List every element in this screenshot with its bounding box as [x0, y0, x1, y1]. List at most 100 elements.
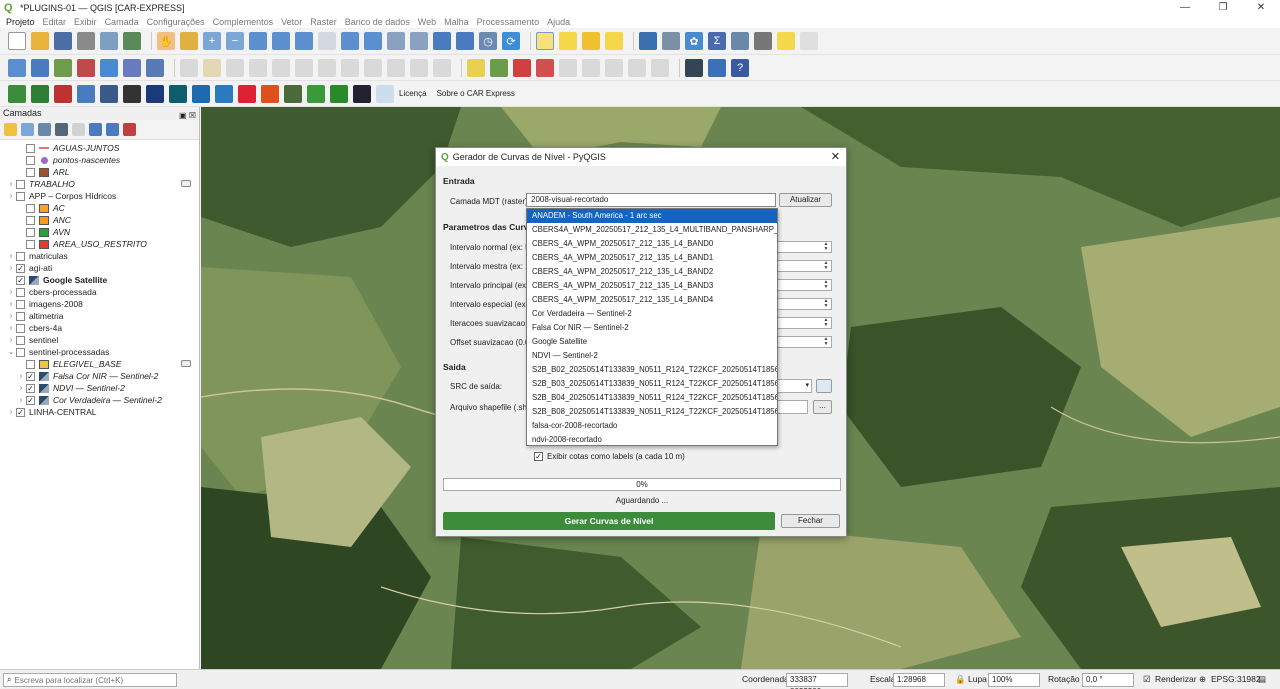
expand-arrow-icon[interactable]: ›	[16, 373, 26, 380]
layer-row[interactable]: ✓ Google Satellite	[0, 274, 199, 286]
open-project-icon[interactable]	[31, 32, 49, 50]
expand-arrow-icon[interactable]: ›	[16, 397, 26, 404]
cut-icon[interactable]	[341, 58, 359, 77]
expand-all-icon[interactable]	[89, 123, 102, 136]
new-layer-icon[interactable]	[77, 58, 95, 77]
car-plugin-6-icon[interactable]	[123, 84, 141, 103]
browse-button[interactable]: ...	[813, 400, 832, 414]
dropdown-option[interactable]: S2B_B02_20250514T133839_N0511_R124_T22KC…	[527, 363, 777, 377]
highlight-label-icon[interactable]	[513, 58, 531, 77]
menu-8[interactable]: Banco de dados	[345, 17, 410, 27]
layer-row[interactable]: › matriculas	[0, 250, 199, 262]
digitize-icon[interactable]	[249, 58, 267, 77]
param-spinbox[interactable]: ▲ ▼	[776, 279, 832, 291]
crs-globe-icon[interactable]: ⊕	[1199, 674, 1206, 685]
menu-10[interactable]: Malha	[444, 17, 469, 27]
show-bookmarks-icon[interactable]	[456, 32, 474, 50]
dropdown-option[interactable]: CBERS4A_WPM_20250517_212_135_L4_MULTIBAN…	[527, 223, 777, 237]
spin-arrows-icon[interactable]: ▲ ▼	[822, 299, 830, 309]
dropdown-option[interactable]: ndvi-2008-recortado	[527, 433, 777, 447]
expand-arrow-icon[interactable]: ›	[6, 301, 16, 308]
panel-float-close-icons[interactable]: ▣ ☒	[179, 109, 196, 122]
car-plugin-13-icon[interactable]	[284, 84, 302, 103]
layer-row[interactable]: › APP – Corpos Hídricos	[0, 190, 199, 202]
deselect-icon[interactable]	[582, 32, 600, 50]
pin-label-icon[interactable]	[536, 58, 554, 77]
expand-arrow-icon[interactable]: ›	[6, 325, 16, 332]
identify-icon[interactable]	[639, 32, 657, 50]
layer-row[interactable]: › altimetria	[0, 310, 199, 322]
atualizar-button[interactable]: Atualizar	[779, 193, 832, 207]
car-plugin-15-icon[interactable]	[330, 84, 348, 103]
layer-indicator-icon[interactable]	[181, 360, 191, 367]
dropdown-option[interactable]: CBERS_4A_WPM_20250517_212_135_L4_BAND4	[527, 293, 777, 307]
gps-icon[interactable]	[100, 58, 118, 77]
layer-row[interactable]: pontos-nascentes	[0, 154, 199, 166]
scale-value[interactable]: 1:28968	[893, 673, 945, 687]
exibir-cotas-checkbox[interactable]: ✓ Exibir cotas como labels (a cada 10 m)	[534, 452, 685, 461]
zoom-native-icon[interactable]	[318, 32, 336, 50]
map-tips-icon[interactable]	[777, 32, 795, 50]
dropdown-option[interactable]: CBERS_4A_WPM_20250517_212_135_L4_BAND1	[527, 251, 777, 265]
zoom-layer-icon[interactable]	[295, 32, 313, 50]
spin-arrows-icon[interactable]: ▲ ▼	[822, 337, 830, 347]
expand-arrow-icon[interactable]: ›	[6, 265, 16, 272]
manage-visibility-icon[interactable]	[38, 123, 51, 136]
param-spinbox[interactable]: ▲ ▼	[776, 241, 832, 253]
layer-visibility-checkbox[interactable]	[26, 155, 35, 165]
layer-visibility-checkbox[interactable]	[26, 239, 35, 249]
menu-3[interactable]: Camada	[105, 17, 139, 27]
car-plugin-16-icon[interactable]	[353, 84, 371, 103]
param-spinbox[interactable]: ▲ ▼	[776, 336, 832, 348]
menu-7[interactable]: Raster	[310, 17, 337, 27]
add-vector-icon[interactable]	[54, 58, 72, 77]
layer-visibility-checkbox[interactable]	[16, 299, 25, 309]
layer-diagram-icon[interactable]	[490, 58, 508, 77]
plugin-globe-icon[interactable]	[685, 58, 703, 77]
rotate-label-icon[interactable]	[605, 58, 623, 77]
layer-visibility-checkbox[interactable]: ✓	[16, 275, 25, 285]
layer-visibility-checkbox[interactable]	[26, 143, 35, 153]
layer-row[interactable]: › ✓ Cor Verdadeira — Sentinel-2	[0, 394, 199, 406]
expand-arrow-icon[interactable]: ›	[6, 193, 16, 200]
menu-2[interactable]: Exibir	[74, 17, 97, 27]
paste-icon[interactable]	[387, 58, 405, 77]
layer-visibility-checkbox[interactable]	[26, 203, 35, 213]
zoom-selection-icon[interactable]	[272, 32, 290, 50]
close-window-button[interactable]: ✕	[1242, 0, 1280, 15]
car-plugin-14-icon[interactable]	[307, 84, 325, 103]
statistics-icon[interactable]: Σ	[708, 32, 726, 50]
lock-icon[interactable]: 🔒	[955, 674, 966, 685]
param-spinbox[interactable]: ▲ ▼	[776, 260, 832, 272]
dropdown-option[interactable]: NDVI — Sentinel-2	[527, 349, 777, 363]
attribute-table-icon[interactable]	[662, 32, 680, 50]
dropdown-option[interactable]: ANADEM - South America - 1 arc sec	[527, 209, 777, 223]
layer-row[interactable]: › TRABALHO	[0, 178, 199, 190]
layer-visibility-checkbox[interactable]	[26, 227, 35, 237]
menu-9[interactable]: Web	[418, 17, 436, 27]
add-layer-icon[interactable]	[31, 58, 49, 77]
dropdown-option[interactable]: falsa-cor-2008-recortado	[527, 419, 777, 433]
layer-visibility-checkbox[interactable]: ✓	[26, 383, 35, 393]
annotation-icon[interactable]	[800, 32, 818, 50]
temporal-icon[interactable]: ◷	[479, 32, 497, 50]
dropdown-option[interactable]: Cor Verdadeira — Sentinel-2	[527, 307, 777, 321]
style-manager-icon[interactable]	[123, 32, 141, 50]
change-label-icon[interactable]	[628, 58, 646, 77]
layer-visibility-checkbox[interactable]	[16, 251, 25, 261]
layer-visibility-checkbox[interactable]	[16, 287, 25, 297]
save-as-icon[interactable]	[77, 32, 95, 50]
car-plugin-4-icon[interactable]	[77, 84, 95, 103]
layer-row[interactable]: › sentinel	[0, 334, 199, 346]
messages-icon[interactable]: ▤	[1258, 674, 1266, 685]
car-plugin-5-icon[interactable]	[100, 84, 118, 103]
layer-visibility-checkbox[interactable]	[16, 311, 25, 321]
menu-6[interactable]: Vetor	[281, 17, 302, 27]
zoom-next-icon[interactable]	[364, 32, 382, 50]
layer-row[interactable]: › cbers-processada	[0, 286, 199, 298]
select-by-value-icon[interactable]	[559, 32, 577, 50]
layer-row[interactable]: › cbers-4a	[0, 322, 199, 334]
redo-icon[interactable]	[433, 58, 451, 77]
layer-visibility-checkbox[interactable]	[16, 335, 25, 345]
layer-row[interactable]: › ✓ Falsa Cor NIR — Sentinel-2	[0, 370, 199, 382]
